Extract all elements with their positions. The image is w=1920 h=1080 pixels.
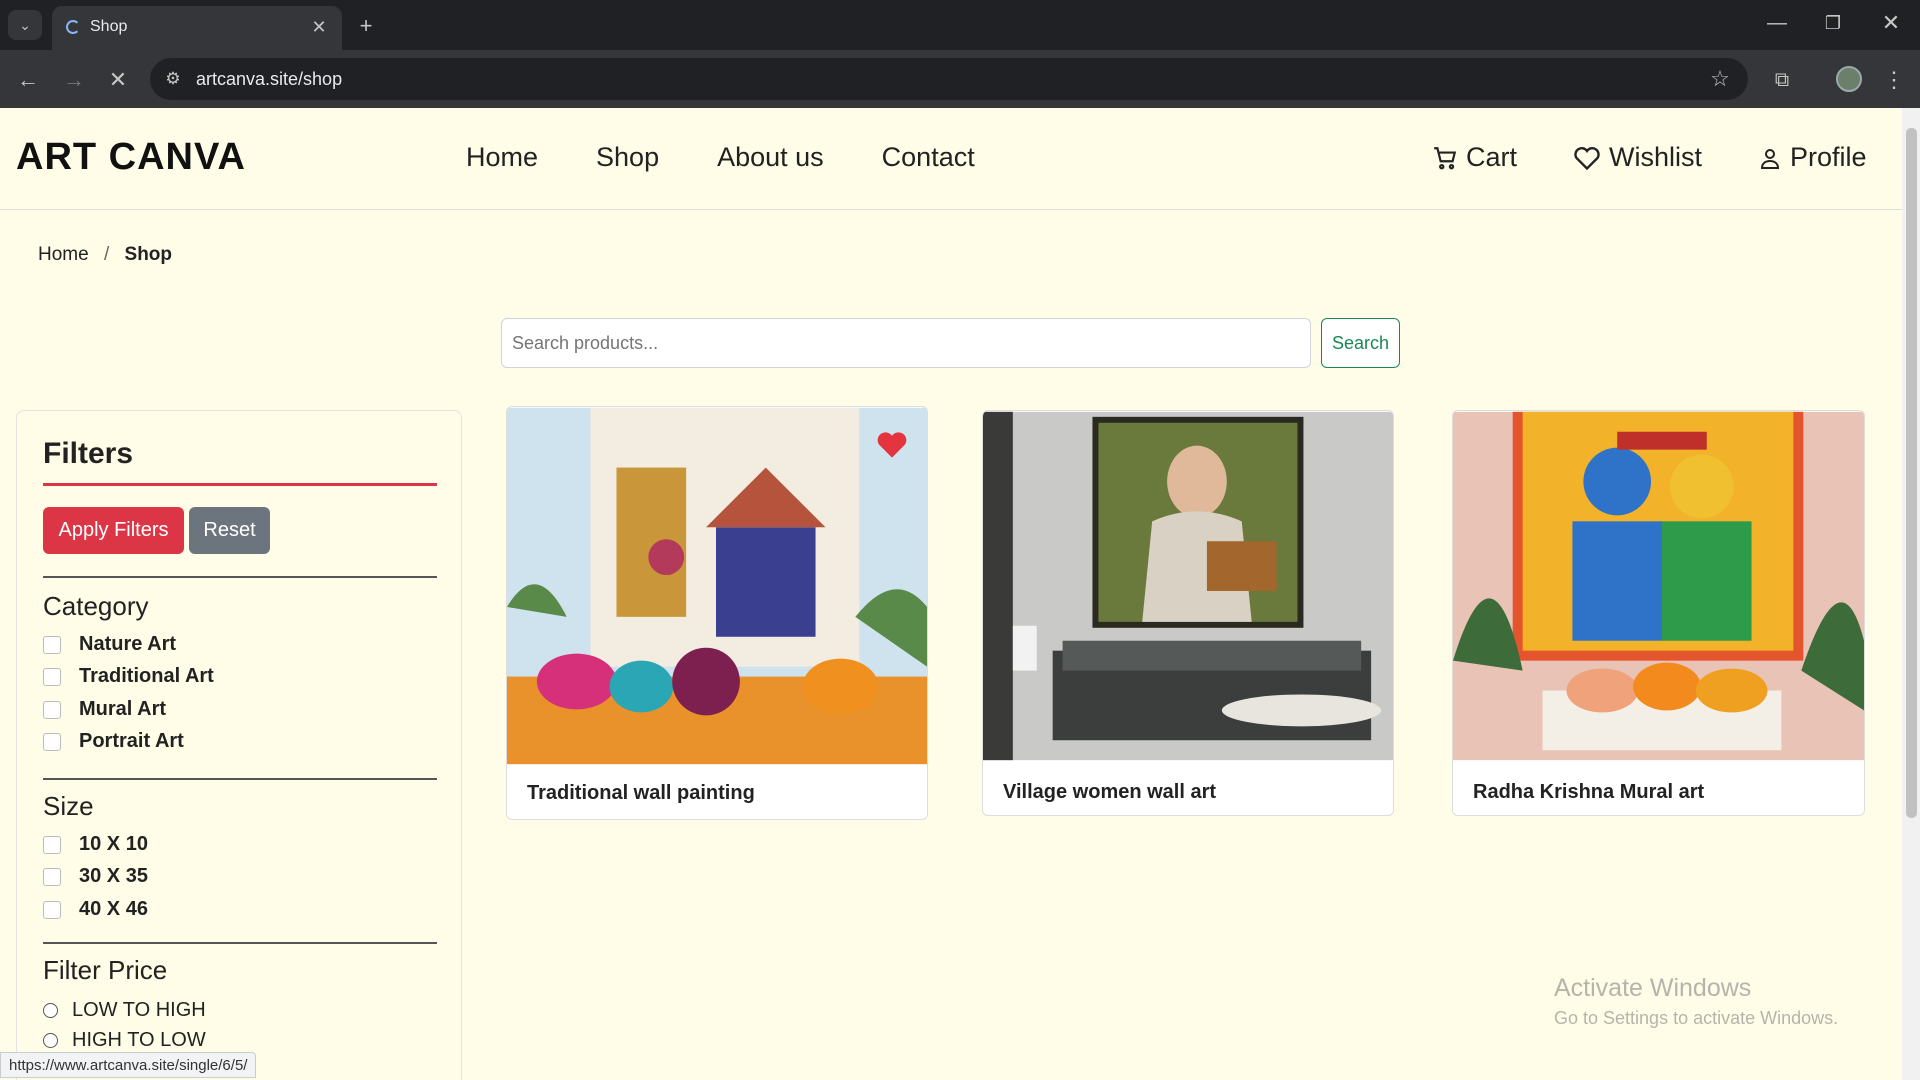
divider bbox=[43, 576, 437, 578]
cart-icon bbox=[1434, 146, 1457, 169]
product-image bbox=[983, 411, 1393, 761]
breadcrumb-separator: / bbox=[103, 244, 110, 265]
product-card[interactable]: Village women wall art bbox=[982, 410, 1394, 816]
user-nav: Cart Wishlist Profile bbox=[1432, 142, 1867, 173]
category-title: Category bbox=[43, 591, 149, 621]
apply-filters-button[interactable]: Apply Filters bbox=[43, 507, 184, 554]
browser-tabstrip: ⌄ Shop ✕ + — ❐ ✕ bbox=[0, 0, 1920, 50]
nav-shop[interactable]: Shop bbox=[596, 142, 659, 173]
search-input[interactable] bbox=[501, 318, 1311, 368]
back-icon[interactable]: ← bbox=[12, 64, 44, 96]
checkbox[interactable] bbox=[43, 732, 61, 751]
breadcrumb-home[interactable]: Home bbox=[38, 244, 89, 265]
person-icon bbox=[1761, 148, 1780, 169]
product-name[interactable]: Radha Krishna Mural art bbox=[1473, 781, 1704, 804]
restore-icon[interactable]: ❐ bbox=[1818, 8, 1848, 38]
search-button[interactable]: Search bbox=[1321, 318, 1400, 368]
breadcrumb: Home / Shop bbox=[38, 244, 172, 266]
main-nav: Home Shop About us Contact bbox=[466, 142, 975, 173]
radio[interactable] bbox=[43, 1033, 58, 1048]
product-image bbox=[507, 407, 927, 765]
breadcrumb-current: Shop bbox=[124, 244, 173, 265]
category-label: Mural Art bbox=[79, 698, 167, 720]
url-text: artcanva.site/shop bbox=[196, 69, 343, 89]
cart-label: Cart bbox=[1466, 142, 1518, 172]
tab-title: Shop bbox=[90, 18, 128, 35]
price-label: HIGH TO LOW bbox=[72, 1029, 206, 1051]
checkbox[interactable] bbox=[43, 900, 61, 919]
size-label: 30 X 35 bbox=[79, 865, 148, 887]
filters-title: Filters bbox=[43, 437, 134, 470]
category-label: Nature Art bbox=[79, 633, 177, 655]
category-option[interactable]: Traditional Art bbox=[43, 665, 214, 688]
filters-divider bbox=[43, 483, 437, 486]
new-tab-icon[interactable]: + bbox=[352, 12, 380, 40]
profile-label: Profile bbox=[1790, 142, 1867, 172]
tab-search-button[interactable]: ⌄ bbox=[8, 10, 42, 40]
close-window-icon[interactable]: ✕ bbox=[1876, 8, 1906, 38]
nav-contact[interactable]: Contact bbox=[882, 142, 975, 173]
heart-outline-icon bbox=[1574, 146, 1600, 170]
price-option[interactable]: HIGH TO LOW bbox=[43, 1029, 206, 1052]
price-title: Filter Price bbox=[43, 955, 168, 985]
profile-link[interactable]: Profile bbox=[1758, 142, 1867, 173]
heart-filled-icon[interactable] bbox=[875, 429, 909, 459]
size-option[interactable]: 30 X 35 bbox=[43, 865, 148, 888]
site-header: ART CANVA Home Shop About us Contact Car… bbox=[0, 108, 1902, 210]
size-label: 10 X 10 bbox=[79, 833, 148, 855]
page-scrollbar[interactable] bbox=[1902, 108, 1920, 1080]
category-option[interactable]: Portrait Art bbox=[43, 730, 184, 753]
category-label: Traditional Art bbox=[79, 665, 214, 687]
divider bbox=[43, 942, 437, 944]
category-option[interactable]: Mural Art bbox=[43, 698, 166, 721]
web-page: ART CANVA Home Shop About us Contact Car… bbox=[0, 108, 1902, 1080]
category-label: Portrait Art bbox=[79, 730, 184, 752]
price-option[interactable]: LOW TO HIGH bbox=[43, 999, 206, 1022]
forward-icon[interactable]: → bbox=[58, 64, 90, 96]
site-logo[interactable]: ART CANVA bbox=[16, 136, 246, 179]
reset-button[interactable]: Reset bbox=[189, 507, 270, 554]
browser-tab[interactable]: Shop ✕ bbox=[52, 6, 342, 50]
size-option[interactable]: 40 X 46 bbox=[43, 898, 148, 921]
activate-windows-subtitle: Go to Settings to activate Windows. bbox=[1554, 1008, 1839, 1028]
browser-menu-icon[interactable]: ⋮ bbox=[1880, 64, 1908, 96]
browser-toolbar: ← → ✕ ⚙ artcanva.site/shop ☆ ⧉ ⋮ bbox=[0, 50, 1920, 108]
profile-avatar-icon[interactable] bbox=[1836, 66, 1862, 92]
checkbox[interactable] bbox=[43, 700, 61, 719]
product-card[interactable]: Traditional wall painting bbox=[506, 406, 928, 820]
wishlist-label: Wishlist bbox=[1609, 142, 1703, 172]
checkbox[interactable] bbox=[43, 635, 61, 654]
wishlist-link[interactable]: Wishlist bbox=[1573, 142, 1702, 173]
size-title: Size bbox=[43, 791, 94, 821]
status-bar-url: https://www.artcanva.site/single/6/5/ bbox=[0, 1052, 257, 1078]
extensions-icon[interactable]: ⧉ bbox=[1766, 64, 1798, 96]
activate-windows-title: Activate Windows bbox=[1554, 974, 1752, 1002]
bookmark-star-icon[interactable]: ☆ bbox=[1706, 65, 1734, 93]
nav-home[interactable]: Home bbox=[466, 142, 538, 173]
product-name[interactable]: Traditional wall painting bbox=[527, 782, 755, 805]
divider bbox=[43, 778, 437, 780]
product-image bbox=[1453, 411, 1864, 761]
cart-link[interactable]: Cart bbox=[1432, 142, 1517, 173]
filters-panel: Filters Apply Filters Reset Category Nat… bbox=[16, 410, 462, 1080]
scrollbar-thumb[interactable] bbox=[1906, 128, 1917, 818]
radio[interactable] bbox=[43, 1003, 58, 1018]
size-option[interactable]: 10 X 10 bbox=[43, 833, 148, 856]
stop-loading-icon[interactable]: ✕ bbox=[102, 64, 134, 96]
nav-about[interactable]: About us bbox=[717, 142, 824, 173]
tab-close-icon[interactable]: ✕ bbox=[306, 14, 332, 40]
minimize-icon[interactable]: — bbox=[1762, 8, 1792, 38]
checkbox[interactable] bbox=[43, 835, 61, 854]
site-info-icon[interactable]: ⚙ bbox=[160, 66, 186, 92]
loading-spinner-icon bbox=[66, 20, 80, 34]
checkbox[interactable] bbox=[43, 867, 61, 886]
product-name[interactable]: Village women wall art bbox=[1003, 781, 1216, 804]
address-bar[interactable]: ⚙ artcanva.site/shop ☆ bbox=[150, 58, 1748, 100]
checkbox[interactable] bbox=[43, 667, 61, 686]
category-option[interactable]: Nature Art bbox=[43, 633, 176, 656]
size-label: 40 X 46 bbox=[79, 898, 148, 920]
product-card[interactable]: Radha Krishna Mural art bbox=[1452, 410, 1865, 816]
price-label: LOW TO HIGH bbox=[72, 999, 206, 1021]
